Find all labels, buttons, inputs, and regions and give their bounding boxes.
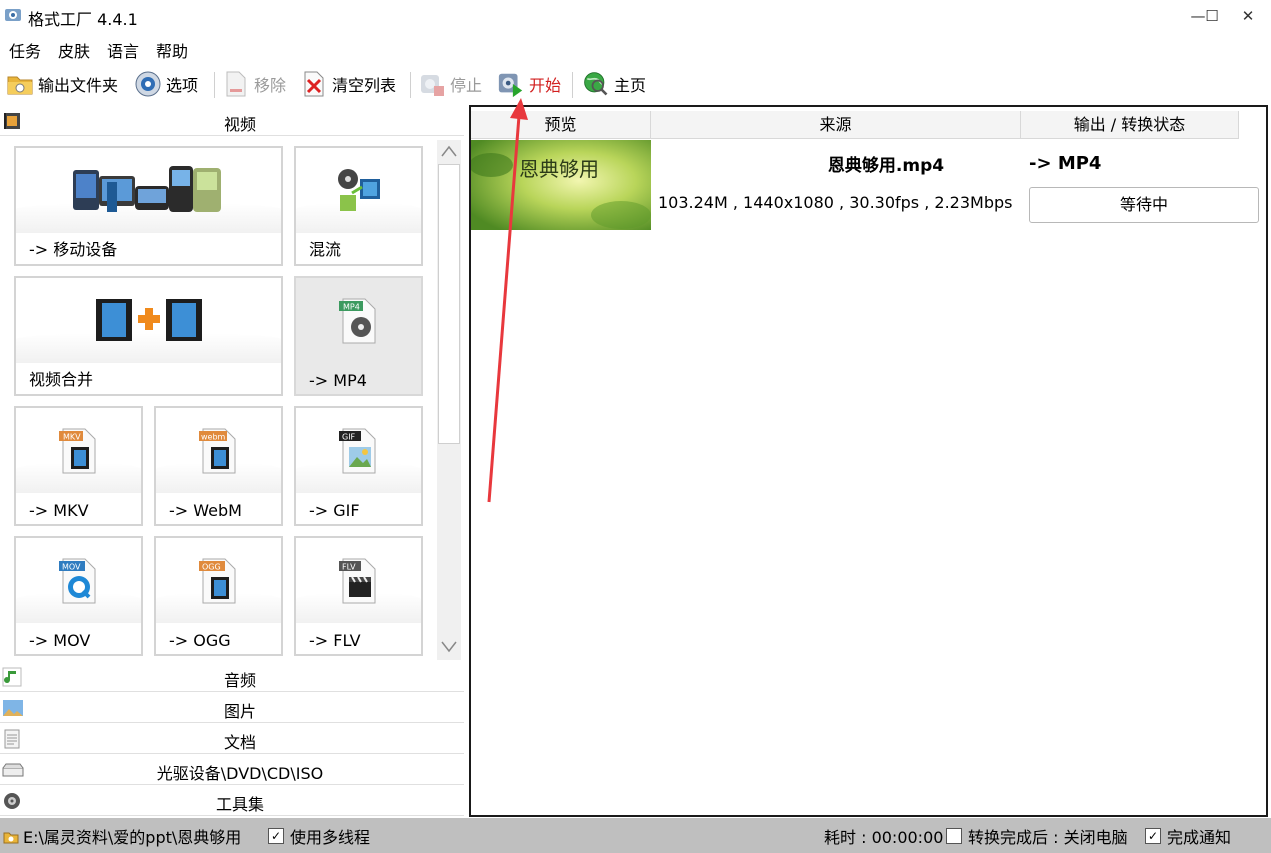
mov-file-icon: MOV	[16, 548, 141, 612]
remove-file-icon	[222, 70, 250, 98]
close-button[interactable]: ✕	[1231, 4, 1265, 28]
category-tools[interactable]: 工具集	[0, 786, 464, 816]
small-folder-icon	[3, 829, 19, 844]
tile-scrollbar[interactable]	[437, 140, 461, 660]
format-grid: -> 移动设备 混流 视频合并 MP4 -> MP4 MKV -> MKV we…	[0, 138, 436, 662]
ogg-tag: OGG	[202, 563, 221, 572]
menu-language[interactable]: 语言	[107, 38, 139, 62]
task-target-format: -> MP4	[1029, 153, 1102, 174]
mkv-tag: MKV	[63, 433, 81, 442]
window-title: 格式工厂 4.4.1	[28, 10, 138, 29]
tile-mov[interactable]: MOV -> MOV	[14, 536, 143, 656]
home-button[interactable]: 主页	[582, 68, 646, 100]
checkbox-unchecked[interactable]	[946, 828, 962, 844]
app-icon	[4, 6, 22, 24]
video-thumbnail[interactable]: 恩典够用	[471, 140, 651, 230]
category-audio[interactable]: 音频	[0, 662, 464, 692]
mp4-tag: MP4	[343, 303, 360, 312]
gear-icon	[134, 70, 162, 98]
category-document[interactable]: 文档	[0, 724, 464, 754]
thumbnail-caption: 恩典够用	[519, 157, 599, 181]
column-source[interactable]: 来源	[651, 111, 1021, 139]
mux-icon	[296, 158, 421, 222]
maximize-button[interactable]: ☐	[1195, 4, 1229, 28]
toolbar-separator	[214, 72, 215, 98]
scroll-thumb[interactable]	[438, 164, 460, 444]
ogg-file-icon: OGG	[156, 548, 281, 612]
start-button[interactable]: 开始	[497, 68, 561, 100]
checkbox-checked[interactable]: ✓	[1145, 828, 1161, 844]
mkv-file-icon: MKV	[16, 418, 141, 482]
scroll-up-arrow[interactable]	[437, 140, 461, 162]
webm-tag: webm	[201, 433, 226, 442]
tile-video-merge[interactable]: 视频合并	[14, 276, 283, 396]
folder-icon	[6, 70, 34, 98]
title-bar: 格式工厂 4.4.1 — ☐ ✕	[0, 0, 1271, 34]
gif-file-icon: GIF	[296, 418, 421, 482]
gif-tag: GIF	[342, 433, 356, 442]
stop-icon	[418, 70, 446, 98]
clear-list-button[interactable]: 清空列表	[300, 68, 396, 100]
toolbar-separator	[410, 72, 411, 98]
status-bar: E:\属灵资料\爱的ppt\恩典够用 ✓ 使用多线程 耗时 : 00:00:00…	[0, 818, 1271, 853]
category-image[interactable]: 图片	[0, 693, 464, 723]
tile-flv[interactable]: FLV -> FLV	[294, 536, 423, 656]
globe-search-icon	[582, 70, 610, 98]
options-button[interactable]: 选项	[134, 68, 198, 100]
category-panel: 视频 -> 移动设备 混流 视频合并 MP4 -> MP4 MKV -> MKV…	[0, 106, 464, 818]
output-path[interactable]: E:\属灵资料\爱的ppt\恩典够用	[3, 824, 241, 848]
category-disc[interactable]: 光驱设备\DVD\CD\ISO	[0, 755, 464, 785]
column-output-status[interactable]: 输出 / 转换状态	[1021, 111, 1239, 139]
output-folder-button[interactable]: 输出文件夹	[6, 68, 118, 100]
mobile-devices-icon	[16, 158, 281, 222]
mov-tag: MOV	[62, 563, 81, 572]
remove-button[interactable]: 移除	[222, 68, 286, 100]
task-status-button[interactable]: 等待中	[1029, 187, 1259, 223]
video-merge-icon	[16, 288, 281, 352]
category-video[interactable]: 视频	[0, 106, 464, 136]
tile-mp4[interactable]: MP4 -> MP4	[294, 276, 423, 396]
flv-file-icon: FLV	[296, 548, 421, 612]
toolbar: 输出文件夹 选项 移除 清空列表 停止 开始 主页	[0, 64, 1271, 104]
multithread-checkbox[interactable]: ✓ 使用多线程	[268, 824, 370, 848]
tile-gif[interactable]: GIF -> GIF	[294, 406, 423, 526]
tile-mux[interactable]: 混流	[294, 146, 423, 266]
menu-bar: 任务 皮肤 语言 帮助	[0, 34, 1271, 62]
webm-file-icon: webm	[156, 418, 281, 482]
tile-mkv[interactable]: MKV -> MKV	[14, 406, 143, 526]
menu-help[interactable]: 帮助	[156, 38, 188, 62]
elapsed-time: 耗时 : 00:00:00	[824, 828, 944, 847]
menu-task[interactable]: 任务	[9, 38, 41, 62]
clear-list-icon	[300, 70, 328, 98]
menu-skin[interactable]: 皮肤	[58, 38, 90, 62]
notify-checkbox[interactable]: ✓ 完成通知	[1145, 824, 1231, 848]
task-list: 预览 来源 输出 / 转换状态 恩典够用 恩典够用.mp4 103.24M , …	[469, 105, 1268, 817]
task-file-info: 103.24M , 1440x1080 , 30.30fps , 2.23Mbp…	[658, 193, 1013, 212]
tile-mobile-device[interactable]: -> 移动设备	[14, 146, 283, 266]
tile-ogg[interactable]: OGG -> OGG	[154, 536, 283, 656]
checkbox-checked[interactable]: ✓	[268, 828, 284, 844]
column-preview[interactable]: 预览	[471, 111, 651, 139]
after-done-checkbox[interactable]: 转换完成后 : 关闭电脑	[946, 824, 1128, 848]
start-icon	[497, 70, 525, 98]
stop-button[interactable]: 停止	[418, 68, 482, 100]
scroll-down-arrow[interactable]	[437, 636, 461, 658]
tile-webm[interactable]: webm -> WebM	[154, 406, 283, 526]
flv-tag: FLV	[342, 563, 356, 572]
toolbar-separator	[572, 72, 573, 98]
mp4-file-icon: MP4	[296, 288, 421, 352]
